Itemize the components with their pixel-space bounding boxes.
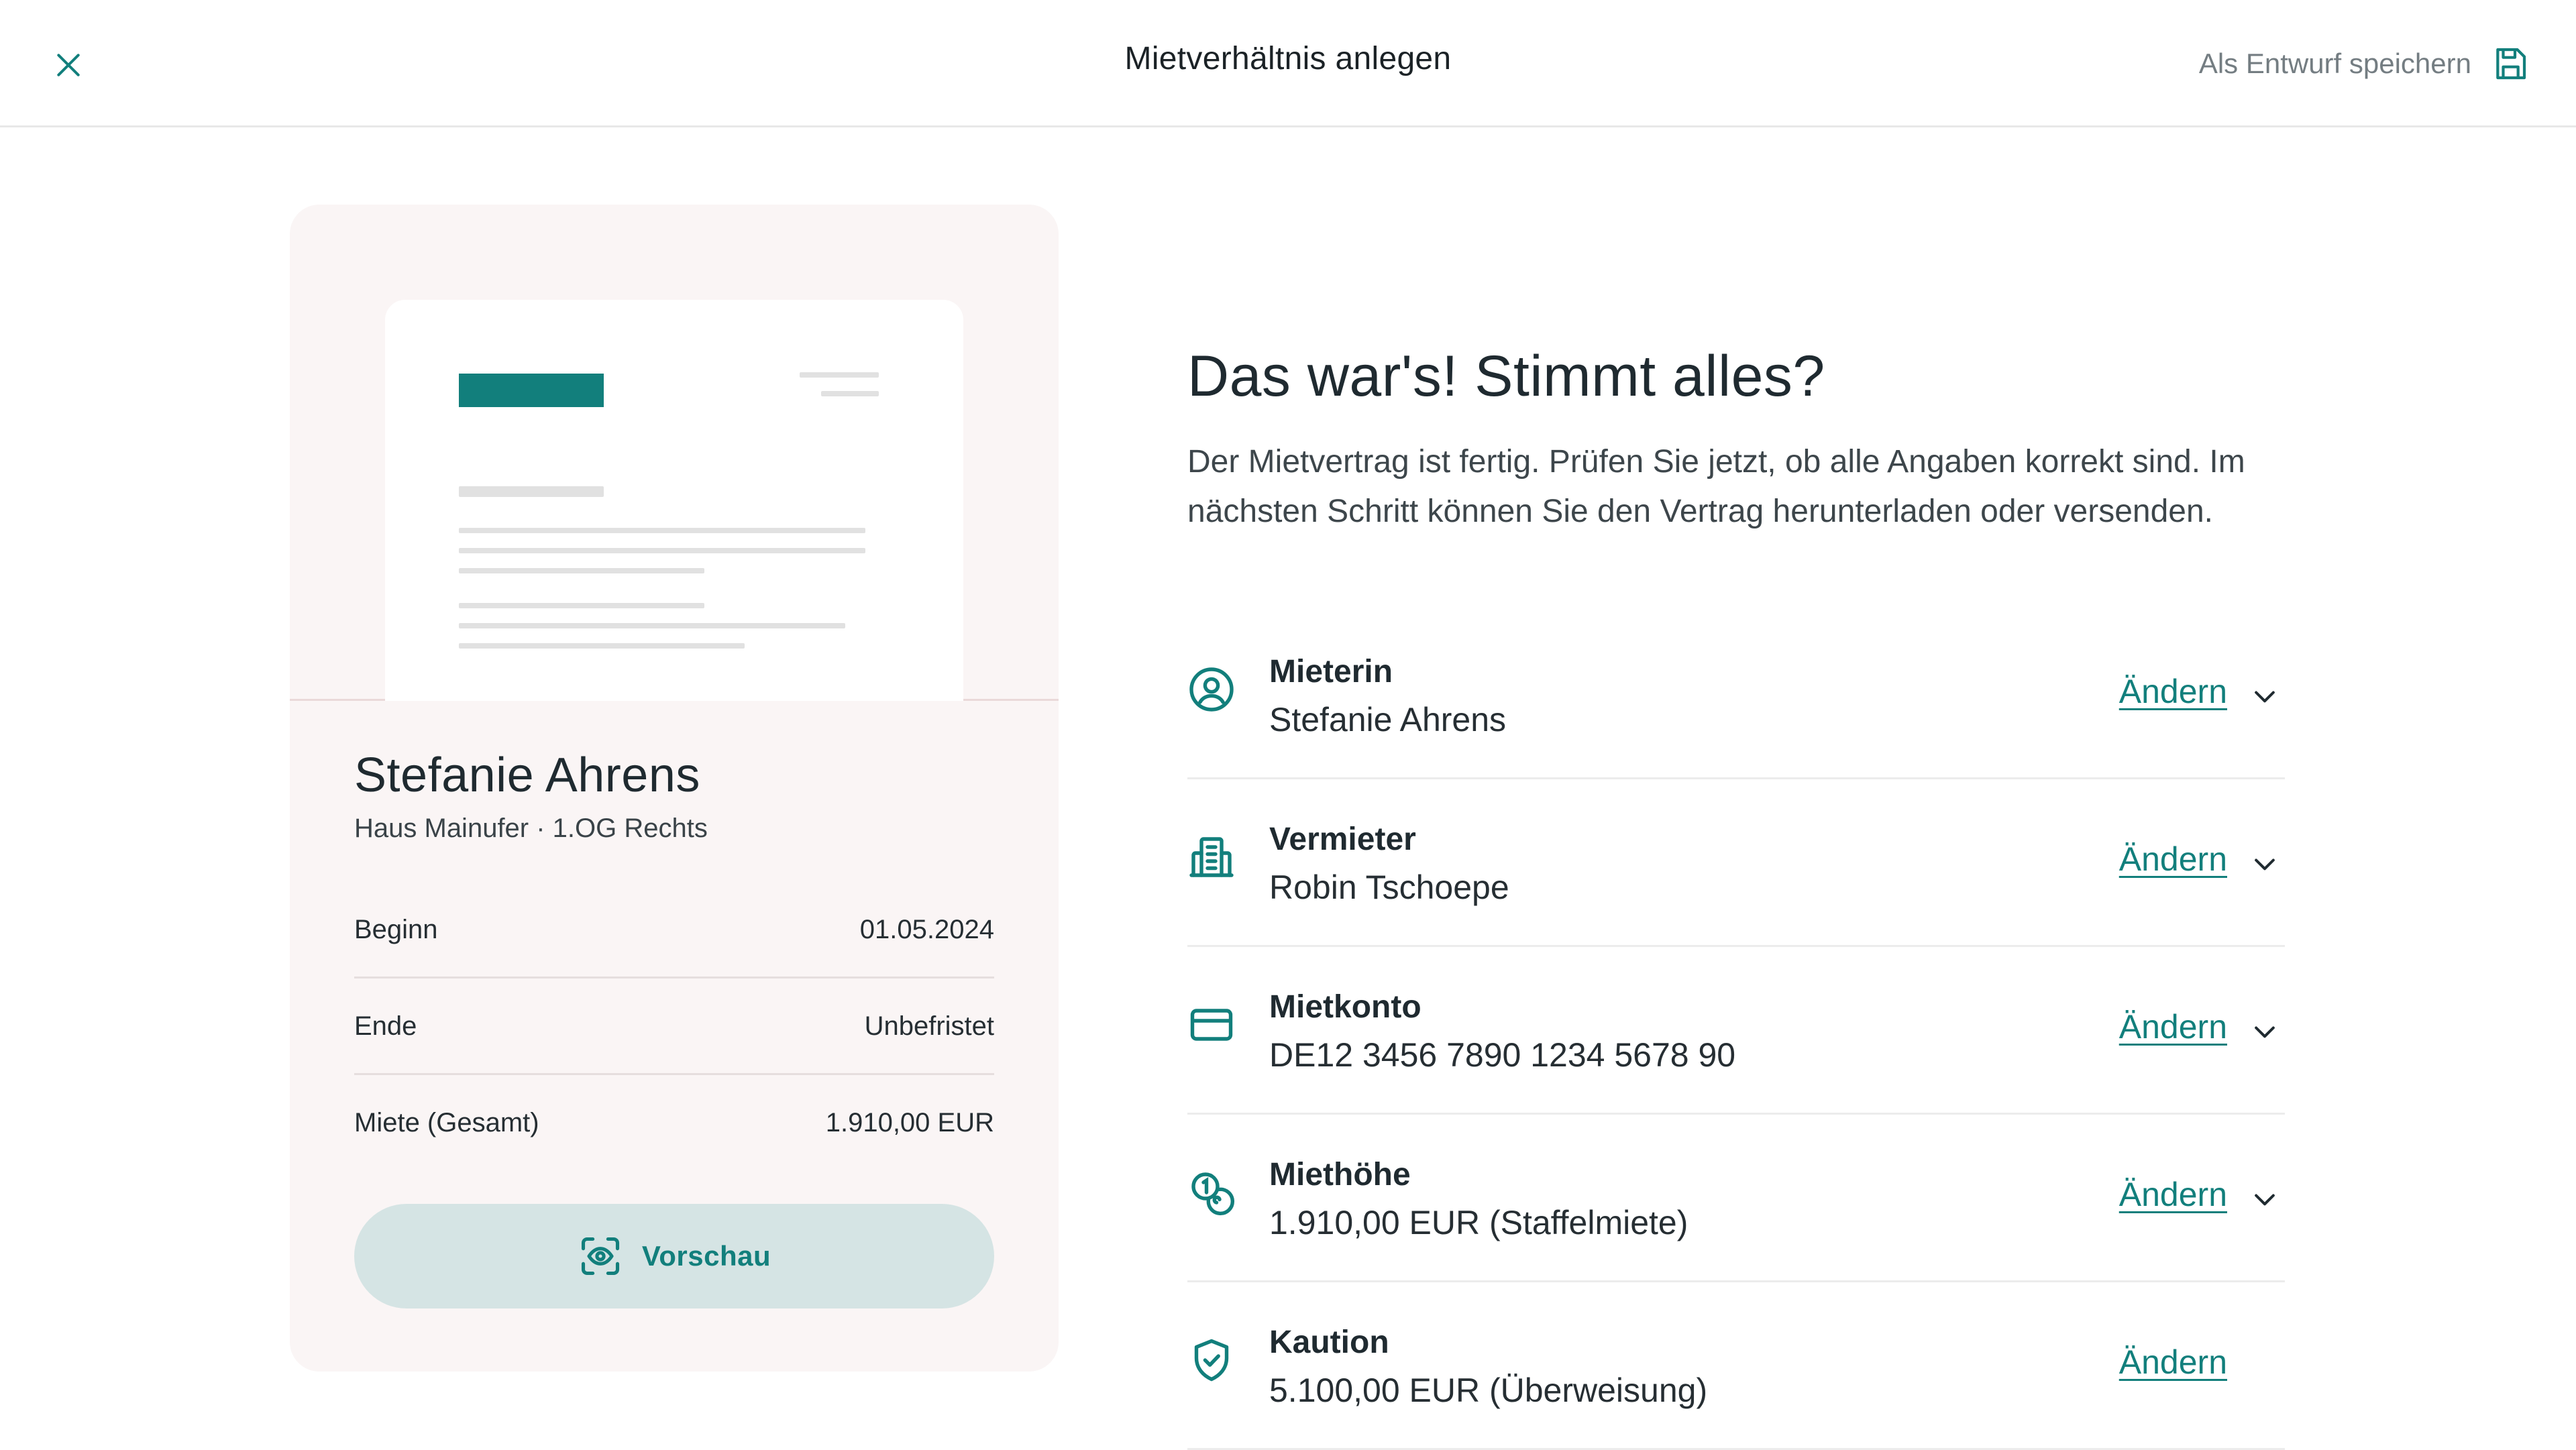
document-header-accent	[459, 374, 604, 407]
section-value: 1.910,00 EUR (Staffelmiete)	[1269, 1204, 1688, 1241]
save-draft-label: Als Entwurf speichern	[2198, 48, 2471, 79]
section-label: Mieterin	[1269, 654, 1393, 689]
section-rent-account: Mietkonto DE12 3456 7890 1234 5678 90 Än…	[1187, 947, 2285, 1115]
document-line	[459, 548, 865, 553]
eye-scan-icon	[581, 1237, 619, 1276]
save-icon	[2496, 48, 2526, 80]
detail-value: Unbefristet	[864, 1011, 994, 1041]
detail-label: Miete (Gesamt)	[354, 1107, 539, 1137]
section-rent-amount: Miethöhe 1.910,00 EUR (Staffelmiete) Änd…	[1187, 1115, 2285, 1282]
chevron-down-icon	[2255, 858, 2275, 871]
expand-account-toggle[interactable]	[2245, 1011, 2285, 1052]
section-label: Mietkonto	[1269, 989, 1421, 1025]
shield-check-icon	[1187, 1336, 1236, 1384]
detail-row-start: Beginn 01.05.2024	[354, 881, 994, 978]
contract-summary-card: Stefanie Ahrens Haus Mainufer · 1.OG Rec…	[290, 205, 1059, 1372]
section-value: Stefanie Ahrens	[1269, 701, 1507, 738]
document-line	[800, 372, 879, 378]
document-line	[459, 486, 604, 497]
preview-label: Vorschau	[641, 1240, 771, 1272]
section-tenant: Mieterin Stefanie Ahrens Ändern	[1187, 612, 2285, 779]
section-value: 5.100,00 EUR (Überweisung)	[1269, 1372, 1708, 1409]
document-preview-thumbnail	[290, 205, 1059, 701]
summary-heading: Das war's! Stimmt alles?	[1187, 344, 1825, 408]
top-bar: Mietverhältnis anlegen Als Entwurf speic…	[0, 0, 2576, 127]
page-title: Mietverhältnis anlegen	[1124, 41, 1452, 76]
document-line	[459, 643, 745, 649]
document-line	[821, 391, 879, 396]
section-label: Miethöhe	[1269, 1157, 1411, 1192]
credit-card-icon	[1187, 1001, 1236, 1049]
section-value: DE12 3456 7890 1234 5678 90	[1269, 1036, 1736, 1074]
detail-value: 1.910,00 EUR	[825, 1107, 994, 1137]
section-label: Kaution	[1269, 1325, 1389, 1360]
tenant-name: Stefanie Ahrens	[354, 748, 700, 802]
document-illustration	[385, 300, 963, 701]
section-value: Robin Tschoepe	[1269, 869, 1509, 906]
edit-account-link[interactable]: Ändern	[2119, 1007, 2227, 1046]
chevron-down-icon	[2255, 1194, 2275, 1206]
document-line	[459, 603, 704, 608]
section-deposit: Kaution 5.100,00 EUR (Überweisung) Änder…	[1187, 1282, 2285, 1450]
chevron-down-icon	[2255, 1026, 2275, 1038]
edit-tenant-link[interactable]: Ändern	[2119, 672, 2227, 711]
detail-label: Beginn	[354, 914, 438, 944]
detail-value: 01.05.2024	[859, 914, 994, 944]
edit-deposit-link[interactable]: Ändern	[2119, 1343, 2227, 1382]
summary-description: Der Mietvertrag ist fertig. Prüfen Sie j…	[1187, 444, 2245, 529]
chevron-down-icon	[2255, 691, 2275, 703]
edit-rent-link[interactable]: Ändern	[2119, 1175, 2227, 1214]
document-line	[459, 568, 704, 573]
document-line	[459, 528, 865, 533]
save-draft-button[interactable]: Als Entwurf speichern	[2199, 42, 2529, 86]
expand-rent-toggle[interactable]	[2245, 1179, 2285, 1219]
preview-button[interactable]: Vorschau	[354, 1204, 994, 1308]
expand-tenant-toggle[interactable]	[2245, 676, 2285, 716]
detail-row-end: Ende Unbefristet	[354, 978, 994, 1074]
user-circle-icon	[1187, 665, 1236, 714]
building-icon	[1187, 833, 1236, 881]
edit-landlord-link[interactable]: Ändern	[2119, 840, 2227, 879]
section-label: Vermieter	[1269, 822, 1416, 857]
detail-label: Ende	[354, 1011, 417, 1041]
section-landlord: Vermieter Robin Tschoepe Ändern	[1187, 779, 2285, 947]
expand-landlord-toggle[interactable]	[2245, 844, 2285, 884]
property-unit: Haus Mainufer · 1.OG Rechts	[354, 814, 708, 843]
document-line	[459, 623, 845, 628]
coins-icon	[1187, 1168, 1236, 1217]
detail-row-rent: Miete (Gesamt) 1.910,00 EUR	[354, 1074, 994, 1171]
